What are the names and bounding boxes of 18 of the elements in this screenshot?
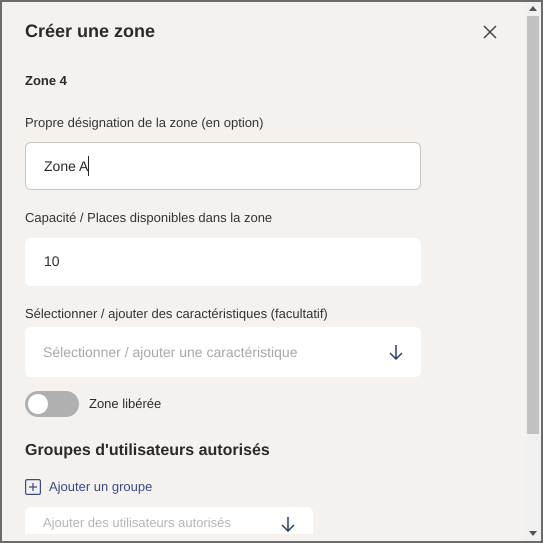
add-group-link[interactable]: Ajouter un groupe — [25, 477, 152, 496]
field-label: Sélectionner / ajouter des caractéristiques (facultatif) — [25, 304, 328, 323]
scrollbar[interactable] — [525, 2, 541, 541]
toggle-switch[interactable] — [25, 391, 79, 417]
field-label: Propre désignation de la zone (en option) — [25, 114, 264, 132]
arrow-down-icon — [281, 516, 295, 532]
plus-square-icon — [25, 478, 41, 495]
input-field[interactable]: Zone A — [25, 142, 421, 190]
scroll-up-icon — [529, 6, 537, 11]
input-field[interactable]: 10 — [25, 238, 421, 286]
scroll-down-icon — [529, 531, 537, 536]
dialog-title: Créer une zone — [25, 20, 156, 43]
close-icon — [483, 24, 497, 38]
zone-subtitle: Zone 4 — [25, 72, 67, 90]
section-heading: Groupes d'utilisateurs autorisés — [25, 441, 270, 461]
toggle-label: Zone libérée — [89, 395, 162, 414]
field-label: Capacité / Places disponibles dans la zone — [25, 209, 272, 227]
arrow-down-icon — [389, 344, 403, 360]
